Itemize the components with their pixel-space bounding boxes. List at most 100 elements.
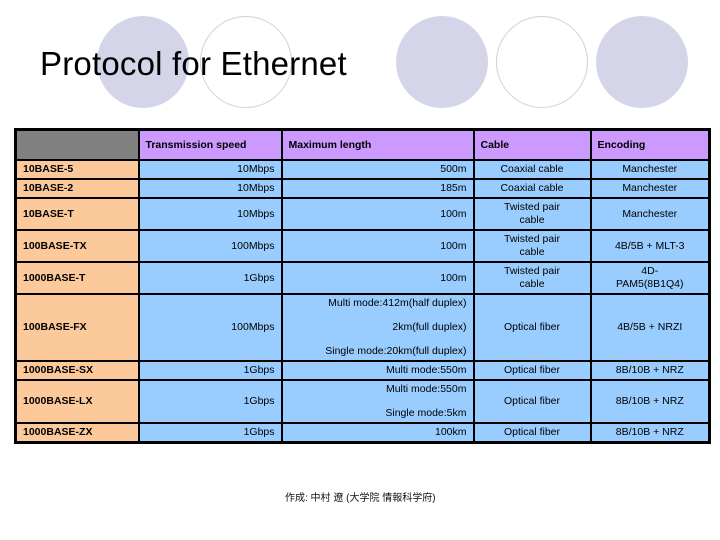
cell-line: Single mode:20km(full duplex) xyxy=(325,345,467,357)
transmission-speed-cell: 1Gbps xyxy=(137,422,283,444)
table-header-blank-cell xyxy=(14,128,140,161)
protocol-name-cell: 10BASE-T xyxy=(14,197,140,231)
table-header-speed: Transmission speed xyxy=(137,128,283,161)
cell-line: cable xyxy=(519,246,545,258)
cell-line: Twisted pair xyxy=(503,233,561,245)
cable-type-cell: Optical fiber xyxy=(472,422,592,444)
cell-line: cable xyxy=(519,278,545,290)
cell-line: 185m xyxy=(440,182,467,194)
slide-canvas: Protocol for Ethernet Transmission speed… xyxy=(0,0,720,540)
cable-type-cell: Twisted pair cable xyxy=(472,197,592,231)
transmission-speed-cell: 100Mbps xyxy=(137,229,283,263)
encoding-cell: 4D- PAM5(8B1Q4) xyxy=(589,261,711,295)
cell-line: PAM5(8B1Q4) xyxy=(616,278,684,290)
table-row: 1000BASE-ZX 1Gbps 100km Optical fiber 8B/10B… xyxy=(14,422,711,444)
encoding-cell: 8B/10B + NRZ xyxy=(589,360,711,381)
table-header-row: Transmission speed Maximum length Cable Enc… xyxy=(14,128,711,161)
transmission-speed-cell: 1Gbps xyxy=(137,261,283,295)
cable-type-cell: Twisted pair cable xyxy=(472,261,592,295)
cell-line: Single mode:5km xyxy=(385,407,467,419)
cell-line: 4B/5B + MLT-3 xyxy=(614,239,685,252)
table-row: 1000BASE-LX 1Gbps Multi mode:550m Single mo… xyxy=(14,379,711,424)
cell-line: 100m xyxy=(440,239,467,252)
protocol-name-cell: 100BASE-FX xyxy=(14,293,140,362)
encoding-cell: 8B/10B + NRZ xyxy=(589,422,711,444)
transmission-speed-cell: 10Mbps xyxy=(137,178,283,199)
cell-line: 4B/5B + NRZI xyxy=(617,321,683,333)
cell-line: 100km xyxy=(434,426,467,438)
page-title: Protocol for Ethernet xyxy=(40,45,347,82)
protocol-name-cell: 1000BASE-T xyxy=(14,261,140,295)
cell-line: Coaxial cable xyxy=(500,163,564,175)
protocol-name-cell: 1000BASE-LX xyxy=(14,379,140,424)
protocol-name-cell: 1000BASE-ZX xyxy=(14,422,140,444)
encoding-cell: Manchester xyxy=(589,197,711,231)
transmission-speed-cell: 10Mbps xyxy=(137,159,283,180)
protocol-name-cell: 100BASE-TX xyxy=(14,229,140,263)
cable-type-cell: Optical fiber xyxy=(472,293,592,362)
table-row: 10BASE-5 10Mbps 500m Coaxial cable Mancheste… xyxy=(14,159,711,180)
cell-line: 8B/10B + NRZ xyxy=(615,395,684,407)
encoding-cell: Manchester xyxy=(589,159,711,180)
cell-line: 8B/10B + NRZ xyxy=(615,426,684,438)
table-header-cable: Cable xyxy=(472,128,592,161)
cell-line: Manchester xyxy=(622,163,678,175)
cell-line: Manchester xyxy=(622,207,678,220)
cable-type-cell: Optical fiber xyxy=(472,379,592,424)
cable-type-cell: Twisted pair cable xyxy=(472,229,592,263)
cell-line: Manchester xyxy=(622,182,678,194)
table-header-encoding: Encoding xyxy=(589,128,711,161)
ethernet-spec-table-container: Transmission speed Maximum length Cable Enc… xyxy=(14,128,711,444)
transmission-speed-cell: 1Gbps xyxy=(137,360,283,381)
author-credit: 作成: 中村 遼 (大学院 情報科学府) xyxy=(285,493,436,504)
table-row: 10BASE-2 10Mbps 185m Coaxial cable Mancheste… xyxy=(14,178,711,199)
cable-type-cell: Optical fiber xyxy=(472,360,592,381)
cell-line: 100m xyxy=(440,207,467,220)
decorative-circle-5 xyxy=(596,16,688,108)
cell-line: 100m xyxy=(440,271,467,284)
maximum-length-cell: 100km xyxy=(280,422,475,444)
cell-line: Optical fiber xyxy=(503,364,561,376)
table-row: 100BASE-TX 100Mbps 100m Twisted pair cable 4B… xyxy=(14,229,711,263)
encoding-cell: 8B/10B + NRZ xyxy=(589,379,711,424)
cell-line: Twisted pair xyxy=(503,265,561,277)
maximum-length-cell: Multi mode:550m xyxy=(280,360,475,381)
table-row: 10BASE-T 10Mbps 100m Twisted pair cable Manch… xyxy=(14,197,711,231)
encoding-cell: 4B/5B + MLT-3 xyxy=(589,229,711,263)
maximum-length-cell: 500m xyxy=(280,159,475,180)
cell-line: Twisted pair xyxy=(503,201,561,213)
maximum-length-cell: 100m xyxy=(280,261,475,295)
cell-line: Optical fiber xyxy=(503,426,561,438)
cell-line: 500m xyxy=(440,163,467,175)
maximum-length-cell: Multi mode:550m Single mode:5km xyxy=(280,379,475,424)
cell-line: Optical fiber xyxy=(503,395,561,407)
protocol-name-cell: 1000BASE-SX xyxy=(14,360,140,381)
cable-type-cell: Coaxial cable xyxy=(472,178,592,199)
cell-line: Optical fiber xyxy=(503,321,561,333)
ethernet-spec-table: Transmission speed Maximum length Cable Enc… xyxy=(14,128,711,444)
maximum-length-cell: 100m xyxy=(280,197,475,231)
maximum-length-cell: 100m xyxy=(280,229,475,263)
cell-line: 2km(full duplex) xyxy=(392,321,467,333)
cell-line: Multi mode:550m xyxy=(385,364,467,376)
transmission-speed-cell: 100Mbps xyxy=(137,293,283,362)
cable-type-cell: Coaxial cable xyxy=(472,159,592,180)
cell-line: Multi mode:412m(half duplex) xyxy=(328,297,467,309)
decorative-circle-4 xyxy=(496,16,588,108)
encoding-cell: Manchester xyxy=(589,178,711,199)
decorative-circle-3 xyxy=(396,16,488,108)
maximum-length-cell: 185m xyxy=(280,178,475,199)
table-row: 100BASE-FX 100Mbps Multi mode:412m(half du… xyxy=(14,293,711,362)
encoding-cell: 4B/5B + NRZI xyxy=(589,293,711,362)
transmission-speed-cell: 1Gbps xyxy=(137,379,283,424)
cell-line: 4D- xyxy=(641,265,659,277)
protocol-name-cell: 10BASE-5 xyxy=(14,159,140,180)
protocol-name-cell: 10BASE-2 xyxy=(14,178,140,199)
cell-line: 8B/10B + NRZ xyxy=(615,364,684,376)
cell-line: Multi mode:550m xyxy=(385,383,467,395)
transmission-speed-cell: 10Mbps xyxy=(137,197,283,231)
cell-line: cable xyxy=(519,214,545,226)
table-row: 1000BASE-SX 1Gbps Multi mode:550m Optical f… xyxy=(14,360,711,381)
table-row: 1000BASE-T 1Gbps 100m Twisted pair cable 4D- P… xyxy=(14,261,711,295)
maximum-length-cell: Multi mode:412m(half duplex) 2km(full dup… xyxy=(280,293,475,362)
